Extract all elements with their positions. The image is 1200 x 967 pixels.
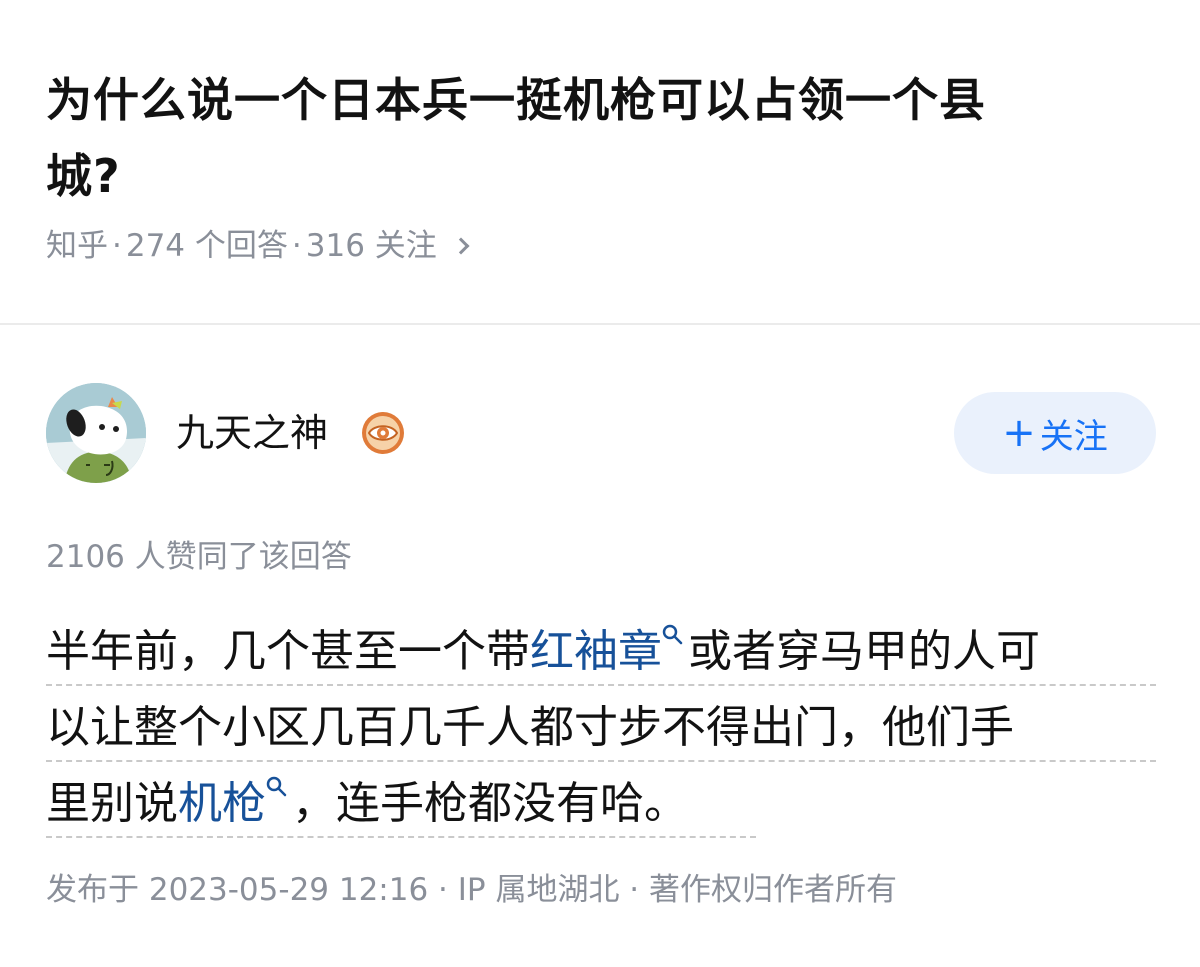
- eye-badge-icon[interactable]: [360, 410, 406, 456]
- plus-icon: +: [1002, 410, 1036, 456]
- source-label: 知乎: [46, 228, 108, 264]
- answer-text: 里别说: [46, 778, 178, 829]
- publish-info: 发布于 2023-05-29 12:16 · IP 属地湖北 · 著作权归作者所…: [46, 872, 898, 908]
- search-icon[interactable]: [266, 770, 288, 804]
- follow-button[interactable]: + 关注: [954, 392, 1156, 474]
- question-meta[interactable]: 知乎 · 274 个回答 · 316 关注: [46, 222, 470, 270]
- chevron-right-icon: [452, 237, 470, 255]
- answer-text: ，连手枪都没有哈。: [292, 778, 688, 829]
- answer-text: 以让整个小区几百几千人都寸步不得出门，他们手: [46, 702, 1014, 753]
- answer-text: 半年前，几个甚至一个带: [46, 626, 530, 677]
- search-icon[interactable]: [662, 618, 684, 652]
- section-divider: [0, 323, 1200, 325]
- keyword-link-machine-gun[interactable]: 机枪: [178, 778, 266, 829]
- answer-count: 274 个回答: [125, 228, 288, 264]
- question-title[interactable]: 为什么说一个日本兵一挺机枪可以占领一个县 城?: [46, 62, 1156, 214]
- meta-separator: ·: [291, 228, 302, 264]
- question-title-line2: 城?: [46, 149, 121, 203]
- answer-body: 半年前，几个甚至一个带红袖章 或者穿马甲的人可 以让整个小区几百几千人都寸步不得出…: [46, 618, 1156, 846]
- answer-line: 里别说机枪 ，连手枪都没有哈。: [46, 770, 1156, 846]
- answer-line: 半年前，几个甚至一个带红袖章 或者穿马甲的人可: [46, 618, 1156, 694]
- answer-line: 以让整个小区几百几千人都寸步不得出门，他们手: [46, 694, 1156, 770]
- follow-button-label: 关注: [1039, 416, 1108, 457]
- answer-page: 为什么说一个日本兵一挺机枪可以占领一个县 城? 知乎 · 274 个回答 · 3…: [0, 0, 1200, 967]
- question-title-line1: 为什么说一个日本兵一挺机枪可以占领一个县: [46, 73, 986, 127]
- author-name[interactable]: 九天之神: [176, 408, 328, 458]
- answer-text: 或者穿马甲的人可: [688, 626, 1040, 677]
- question-header[interactable]: 为什么说一个日本兵一挺机枪可以占领一个县 城?: [46, 62, 1156, 214]
- author-avatar[interactable]: [46, 383, 146, 483]
- keyword-link-red-armband[interactable]: 红袖章: [530, 626, 662, 677]
- meta-separator: ·: [112, 228, 122, 264]
- dog-avatar-icon: [46, 383, 146, 483]
- follow-count: 316 关注: [305, 228, 437, 264]
- vote-count: 2106 人赞同了该回答: [46, 539, 352, 575]
